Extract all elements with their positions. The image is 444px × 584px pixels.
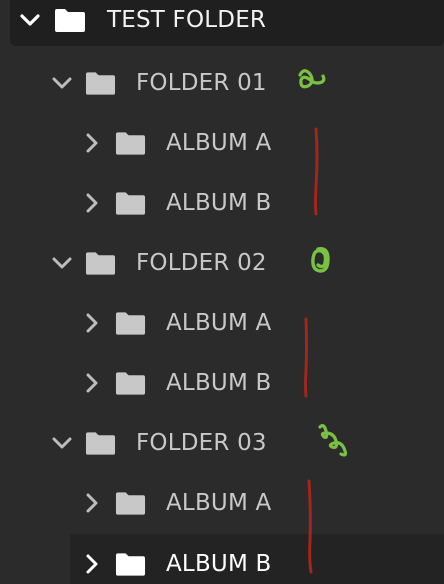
folder-icon	[54, 7, 86, 33]
tree-row-album[interactable]: ALBUM B	[80, 174, 444, 232]
chevron-right-icon[interactable]	[80, 311, 104, 335]
folder-tree: TEST FOLDER FOLDER 01 ALBUM A ALBUM B FO…	[0, 0, 444, 584]
tree-label-folder: FOLDER 02	[136, 250, 267, 276]
folder-icon	[115, 310, 146, 336]
tree-label-album: ALBUM B	[166, 190, 272, 216]
chevron-down-icon[interactable]	[18, 8, 42, 32]
chevron-right-icon[interactable]	[80, 131, 104, 155]
chevron-down-icon[interactable]	[50, 251, 74, 275]
tree-row-folder-02[interactable]: FOLDER 02	[50, 234, 444, 292]
tree-row-album[interactable]: ALBUM A	[80, 294, 444, 352]
tree-label-album: ALBUM B	[166, 551, 272, 577]
folder-icon	[115, 490, 146, 516]
folder-icon	[85, 70, 116, 96]
tree-label-folder: FOLDER 01	[136, 70, 267, 96]
folder-icon	[115, 130, 146, 156]
chevron-right-icon[interactable]	[80, 191, 104, 215]
folder-icon	[115, 190, 146, 216]
tree-row-album[interactable]: ALBUM B	[80, 354, 444, 412]
tree-label-album: ALBUM A	[166, 310, 272, 336]
folder-icon	[85, 250, 116, 276]
tree-row-folder-03[interactable]: FOLDER 03	[50, 414, 444, 472]
tree-label-album: ALBUM B	[166, 370, 272, 396]
tree-row-folder-01[interactable]: FOLDER 01	[50, 54, 444, 112]
chevron-down-icon[interactable]	[50, 431, 74, 455]
tree-row-root[interactable]: TEST FOLDER	[10, 0, 444, 46]
tree-label-album: ALBUM A	[166, 130, 272, 156]
tree-label-root: TEST FOLDER	[107, 7, 267, 33]
tree-label-album: ALBUM A	[166, 490, 272, 516]
chevron-right-icon[interactable]	[80, 491, 104, 515]
tree-label-folder: FOLDER 03	[136, 430, 267, 456]
folder-icon	[85, 430, 116, 456]
folder-icon	[115, 551, 146, 577]
chevron-right-icon[interactable]	[80, 552, 104, 576]
tree-row-album[interactable]: ALBUM A	[80, 114, 444, 172]
chevron-down-icon[interactable]	[50, 71, 74, 95]
tree-row-album[interactable]: ALBUM A	[80, 474, 444, 532]
tree-row-album-selected[interactable]: ALBUM B	[70, 534, 444, 584]
chevron-right-icon[interactable]	[80, 371, 104, 395]
folder-icon	[115, 370, 146, 396]
